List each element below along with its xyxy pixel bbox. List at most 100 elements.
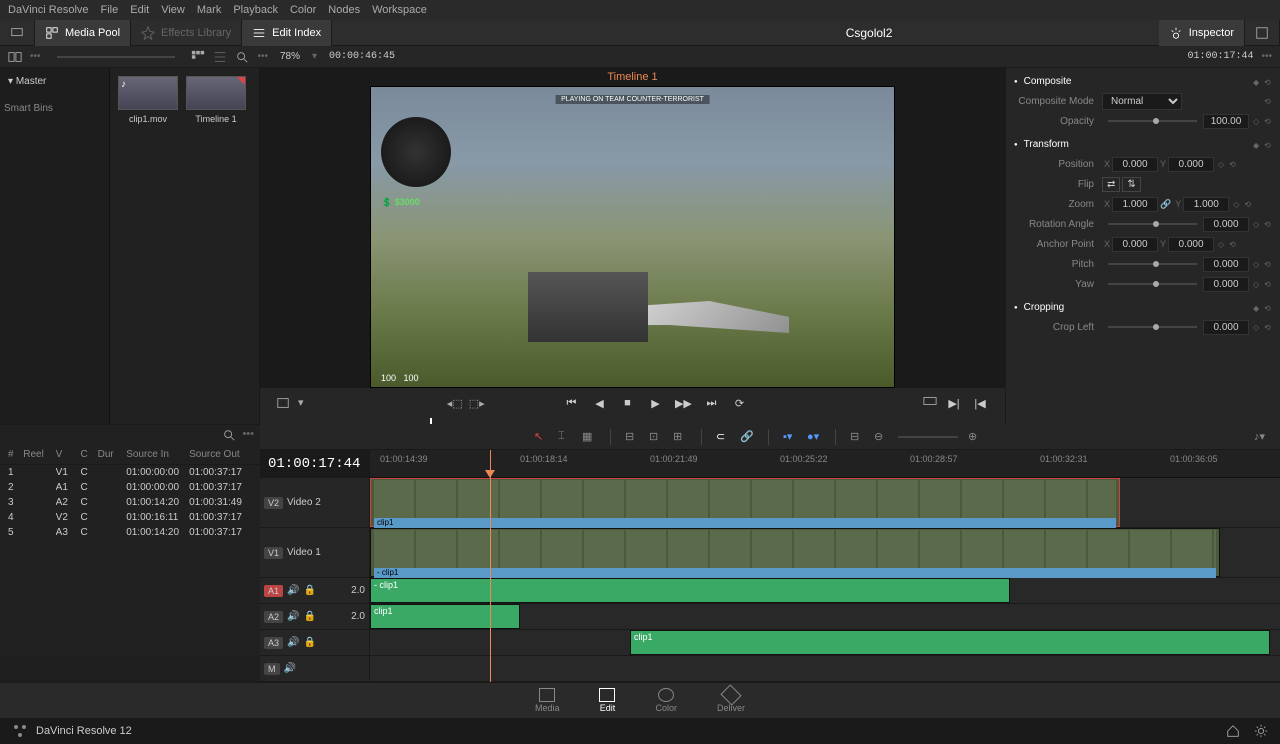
flip-h-button[interactable]: ⇄ xyxy=(1102,177,1120,192)
composite-mode-select[interactable]: Normal xyxy=(1102,93,1182,110)
col-c[interactable]: C xyxy=(80,449,97,460)
a1-track[interactable]: - clip1 xyxy=(370,578,1280,604)
trim-tool[interactable]: ⌶ xyxy=(558,430,572,444)
v2-clip[interactable]: clip1 xyxy=(370,478,1120,527)
master-bin[interactable]: ▾ Master xyxy=(4,72,105,91)
zoom-in-icon[interactable]: ⊕ xyxy=(968,430,982,444)
crop-left-slider[interactable] xyxy=(1108,326,1197,328)
match-frame-next-icon[interactable]: ⬚▸ xyxy=(469,397,485,410)
clip-thumb-timeline[interactable]: Timeline 1 xyxy=(186,76,246,416)
marker-tool[interactable]: ●▾ xyxy=(807,430,821,444)
audio-mixer-icon[interactable]: ♪▾ xyxy=(1254,430,1268,444)
search-icon[interactable] xyxy=(235,50,249,64)
list-view-icon[interactable] xyxy=(213,50,227,64)
effects-library-toggle[interactable]: Effects Library xyxy=(131,20,242,46)
match-frame-prev-icon[interactable]: ◂⬚ xyxy=(447,397,463,410)
snap-tool[interactable]: ⊂ xyxy=(716,430,730,444)
link-tool[interactable]: 🔗 xyxy=(740,430,754,444)
position-x-input[interactable] xyxy=(1112,157,1158,172)
bin-layout-icon[interactable] xyxy=(8,50,22,64)
flip-v-button[interactable]: ⇅ xyxy=(1122,177,1140,192)
col-dur[interactable]: Dur xyxy=(98,449,127,460)
crop-left-input[interactable] xyxy=(1203,320,1249,335)
first-frame-button[interactable]: ⏮ xyxy=(562,394,580,412)
timeline-ruler[interactable]: 01:00:14:39 01:00:18:14 01:00:21:49 01:0… xyxy=(370,450,1280,478)
menu-app[interactable]: DaVinci Resolve xyxy=(8,4,89,16)
col-num[interactable]: # xyxy=(8,449,23,460)
menu-mark[interactable]: Mark xyxy=(197,4,221,16)
playhead[interactable] xyxy=(490,450,491,682)
a3-clip[interactable]: clip1 xyxy=(630,630,1270,655)
zoom-x-input[interactable] xyxy=(1112,197,1158,212)
a1-track-header[interactable]: A1🔊🔒2.0 xyxy=(260,578,369,604)
pitch-slider[interactable] xyxy=(1108,263,1197,265)
menu-nodes[interactable]: Nodes xyxy=(328,4,360,16)
timeline-tracks[interactable]: 01:00:14:39 01:00:18:14 01:00:21:49 01:0… xyxy=(370,450,1280,682)
a2-track-header[interactable]: A2🔊🔒2.0 xyxy=(260,604,369,630)
next-edit-button[interactable]: ▶| xyxy=(945,394,963,412)
menu-playback[interactable]: Playback xyxy=(233,4,278,16)
index-row[interactable]: 4V2C01:00:16:1101:00:37:17 xyxy=(0,510,260,525)
grid-view-icon[interactable] xyxy=(191,50,205,64)
prev-frame-button[interactable]: ◀ xyxy=(590,394,608,412)
lock-icon[interactable]: 🔒 xyxy=(303,585,315,596)
transform-section[interactable]: Transform◆⟲ xyxy=(1014,135,1272,154)
settings-gear-icon[interactable] xyxy=(1254,724,1268,738)
composite-section[interactable]: Composite◆⟲ xyxy=(1014,72,1272,91)
loop-button[interactable]: ⟳ xyxy=(730,394,748,412)
next-frame-button[interactable]: ▶▶ xyxy=(674,394,692,412)
v1-clip[interactable]: - clip1 xyxy=(370,528,1220,577)
a2-track[interactable]: clip1 xyxy=(370,604,1280,630)
color-page-tab[interactable]: Color xyxy=(655,688,677,713)
a2-clip[interactable]: clip1 xyxy=(370,604,520,629)
menu-color[interactable]: Color xyxy=(290,4,316,16)
flag-tool[interactable]: ▪▾ xyxy=(783,430,797,444)
program-viewer[interactable]: PLAYING ON TEAM COUNTER-TERRORIST 💲 $300… xyxy=(370,86,895,388)
stop-button[interactable]: ■ xyxy=(618,394,636,412)
replace-tool[interactable]: ⊞ xyxy=(673,430,687,444)
expand-icon[interactable] xyxy=(1245,20,1280,46)
timeline-name[interactable]: Timeline 1 xyxy=(260,68,1005,86)
v1-track-header[interactable]: V1Video 1 xyxy=(260,528,369,578)
cinema-mode-icon[interactable] xyxy=(923,394,937,408)
menu-view[interactable]: View xyxy=(161,4,185,16)
index-row[interactable]: 1V1C01:00:00:0001:00:37:17 xyxy=(0,465,260,480)
menu-edit[interactable]: Edit xyxy=(130,4,149,16)
col-v[interactable]: V xyxy=(56,449,81,460)
index-row[interactable]: 3A2C01:00:14:2001:00:31:49 xyxy=(0,495,260,510)
index-row[interactable]: 5A3C01:00:14:2001:00:37:17 xyxy=(0,525,260,540)
insert-tool[interactable]: ⊟ xyxy=(625,430,639,444)
position-y-input[interactable] xyxy=(1168,157,1214,172)
edit-page-tab[interactable]: Edit xyxy=(599,688,615,713)
pitch-input[interactable] xyxy=(1203,257,1249,272)
a1-clip[interactable]: - clip1 xyxy=(370,578,1010,603)
m-track[interactable] xyxy=(370,656,1280,682)
media-page-tab[interactable]: Media xyxy=(535,688,560,713)
yaw-input[interactable] xyxy=(1203,277,1249,292)
link-icon[interactable]: 🔗 xyxy=(1160,199,1171,210)
selection-tool[interactable]: ↖ xyxy=(534,430,548,444)
index-options-icon[interactable]: ••• xyxy=(242,428,254,442)
col-reel[interactable]: Reel xyxy=(23,449,55,460)
zoom-slider[interactable]: ⊖ xyxy=(874,430,888,444)
opacity-slider[interactable] xyxy=(1108,120,1197,122)
v2-track[interactable]: clip1 xyxy=(370,478,1280,528)
anchor-y-input[interactable] xyxy=(1168,237,1214,252)
cropping-section[interactable]: Cropping◆⟲ xyxy=(1014,298,1272,317)
deliver-page-tab[interactable]: Deliver xyxy=(717,688,745,713)
a3-track-header[interactable]: A3🔊🔒 xyxy=(260,630,369,656)
v1-track[interactable]: - clip1 xyxy=(370,528,1280,578)
m-track-header[interactable]: M🔊 xyxy=(260,656,369,682)
play-button[interactable]: ▶ xyxy=(646,394,664,412)
col-source-out[interactable]: Source Out xyxy=(189,449,252,460)
edit-index-toggle[interactable]: Edit Index xyxy=(242,20,332,46)
index-row[interactable]: 2A1C01:00:00:0001:00:37:17 xyxy=(0,480,260,495)
rotation-input[interactable] xyxy=(1203,217,1249,232)
home-icon[interactable] xyxy=(1226,724,1240,738)
menu-file[interactable]: File xyxy=(101,4,119,16)
index-search-icon[interactable] xyxy=(222,428,236,442)
zoom-level[interactable]: 78% xyxy=(280,51,300,62)
v2-track-header[interactable]: V2Video 2 xyxy=(260,478,369,528)
a3-track[interactable]: clip1 xyxy=(370,630,1280,656)
prev-edit-button[interactable]: |◀ xyxy=(971,394,989,412)
